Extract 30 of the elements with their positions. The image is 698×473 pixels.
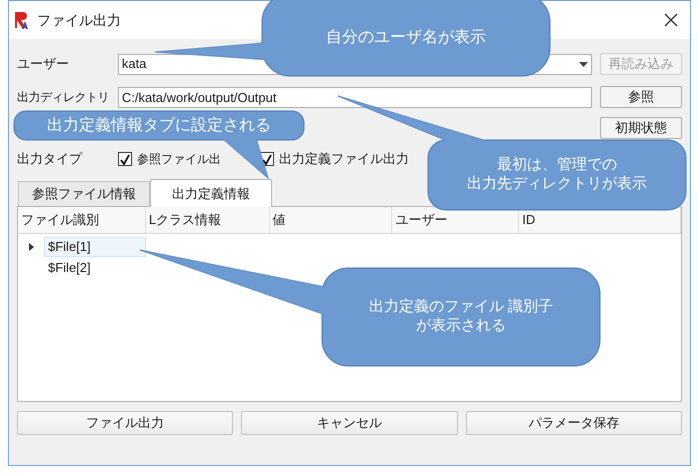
reset-button[interactable]: 初期状態 [600,117,682,139]
app-logo-icon [13,10,31,30]
expand-arrow-icon[interactable] [28,242,34,250]
directory-field[interactable]: C:/kata/work/output/Output [118,86,592,108]
callout-text: 自分のユーザ名が表示 [326,28,486,48]
field-label: ユーザー [17,55,70,74]
checkbox-label: 参照ファイル出 [137,151,221,168]
checkbox-label: 出力定義ファイル出力 [279,150,409,168]
close-icon[interactable] [664,13,678,27]
field-label: 出力タイプ [17,150,84,168]
callout-text: が表示される [416,317,506,336]
callout-text: 出力定義のファイル 識別子 [368,298,554,317]
tree-item[interactable]: $File[2] [44,258,146,278]
tab[interactable]: 参照ファイル情報 [18,181,150,206]
action-button[interactable]: ファイル出力 [17,411,234,435]
column-header[interactable]: ファイル識別 [18,207,146,233]
column-header[interactable]: 値 [270,207,392,233]
callout-text: 出力先ディレクトリが表示 [467,175,647,194]
column-header[interactable]: Lクラス情報 [146,207,270,233]
tree-item[interactable]: $File[1] [44,236,146,256]
action-button[interactable]: パラメータ保存 [466,411,682,435]
browse-button[interactable]: 参照 [600,86,682,108]
window-title: ファイル出力 [37,10,121,30]
callout-text: 出力定義情報タブに設定される [47,116,271,136]
action-button[interactable]: キャンセル [241,411,458,435]
callout-text: 最初は、管理での [497,156,617,175]
checkbox[interactable] [118,152,132,166]
tab[interactable]: 出力定義情報 [150,179,272,207]
field-label: 出力ディレクトリ [17,89,110,106]
dropdown-caret-icon [579,62,588,66]
